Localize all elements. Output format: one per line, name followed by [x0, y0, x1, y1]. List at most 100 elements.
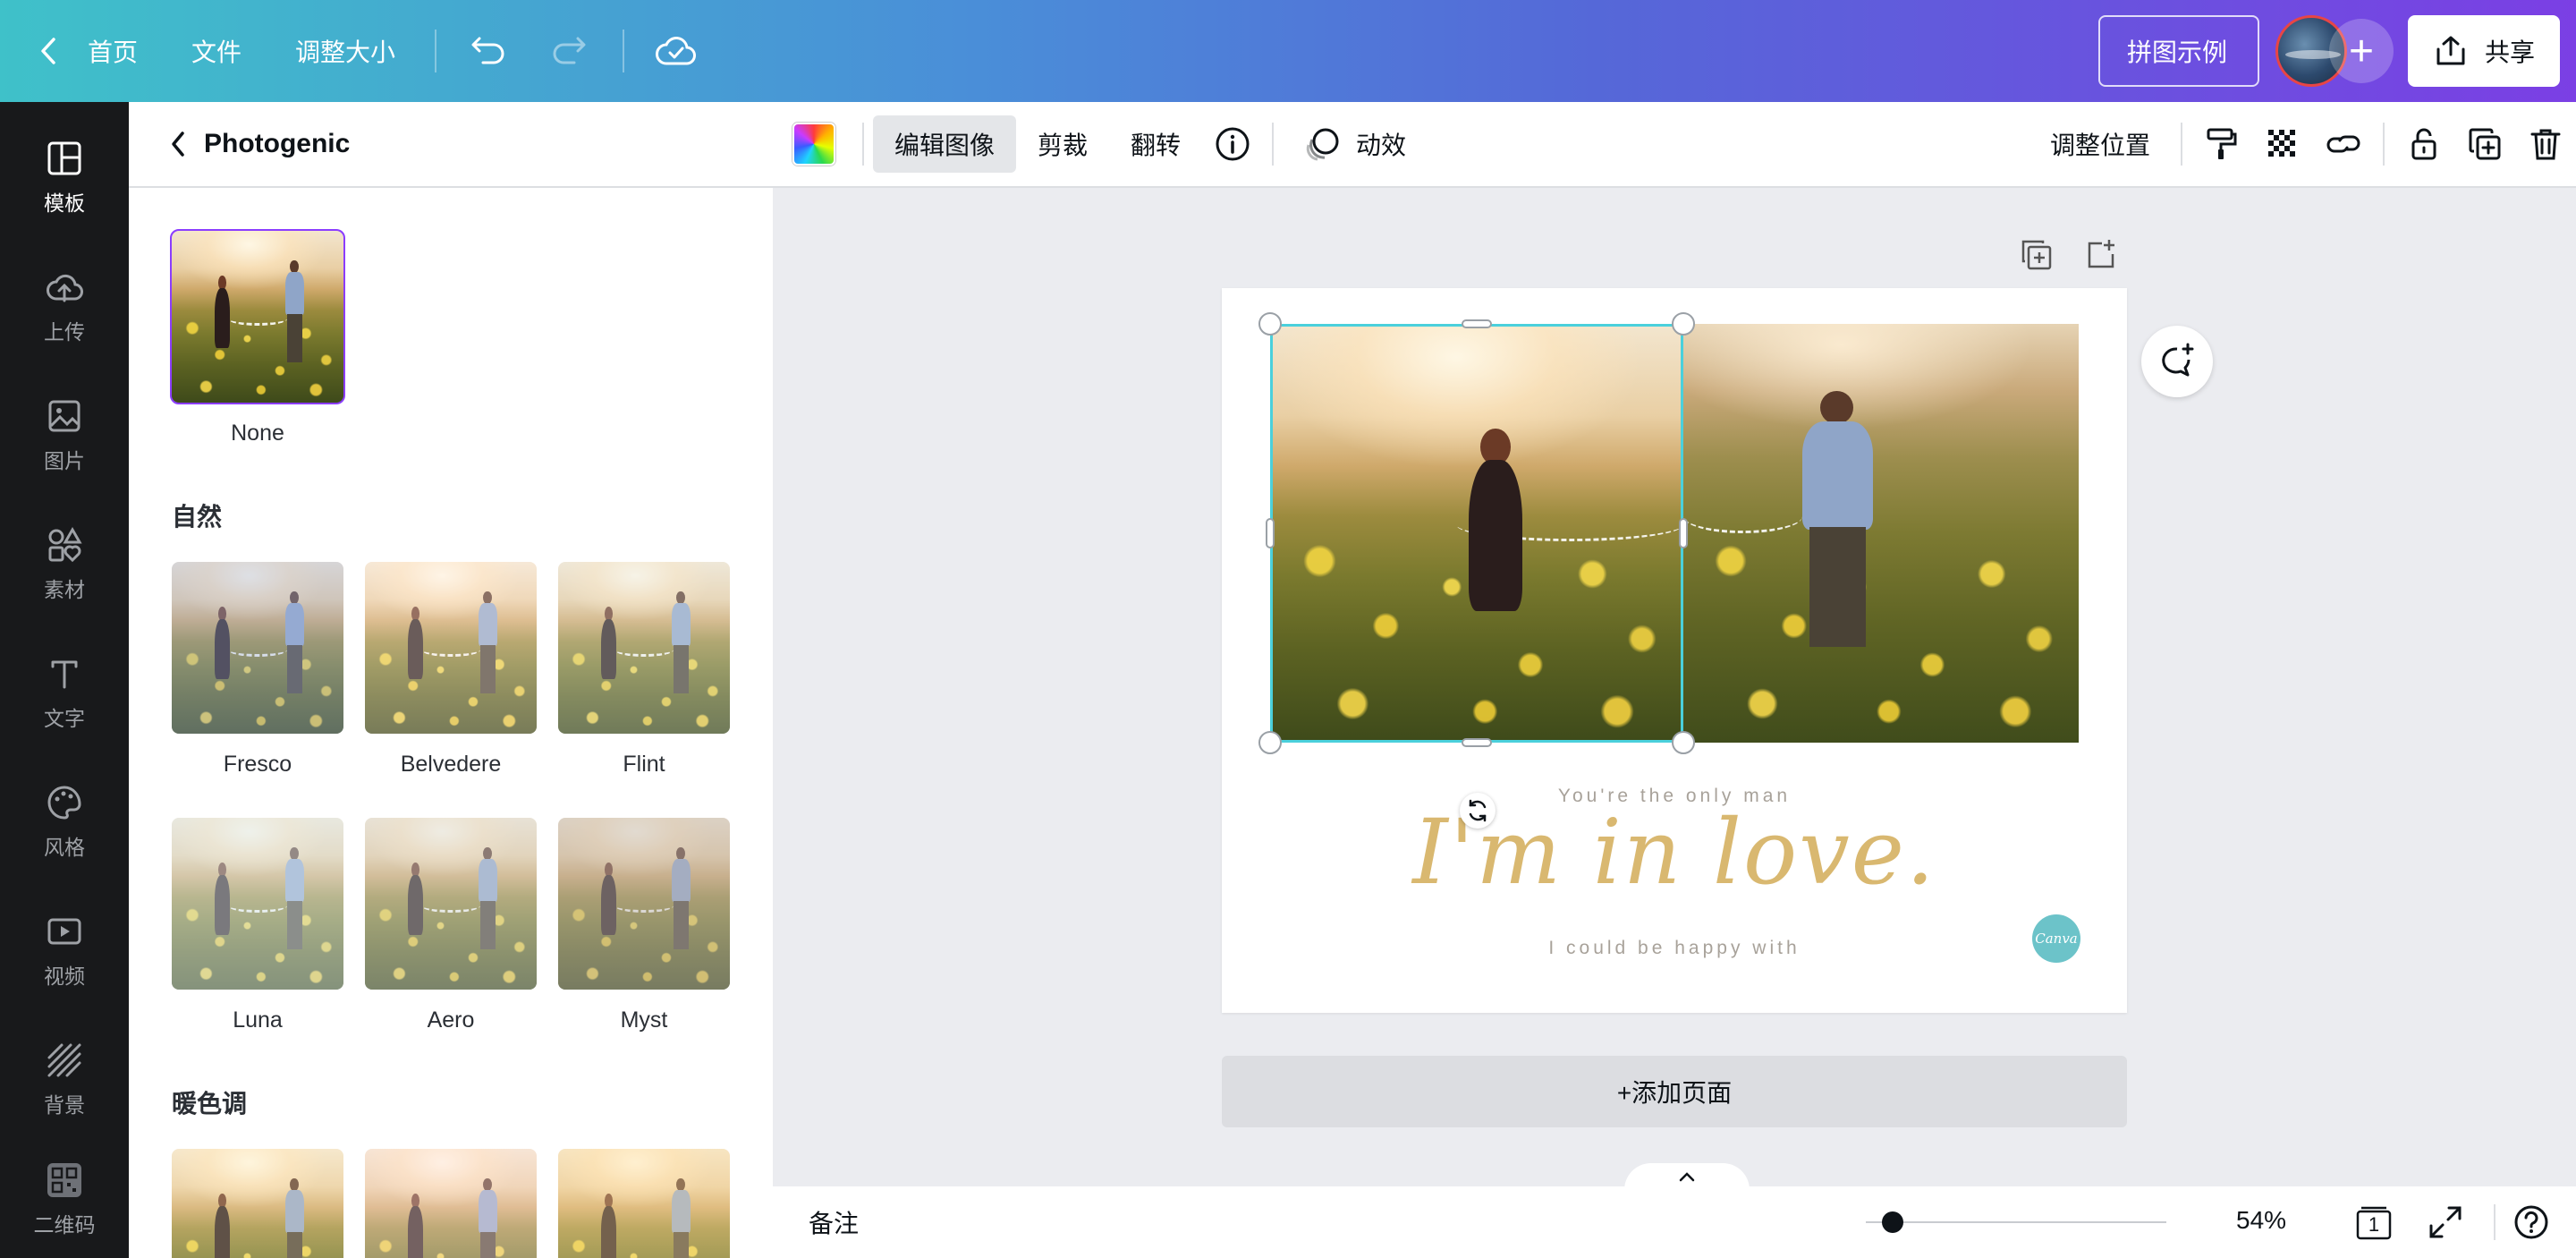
photo-icon	[48, 400, 80, 432]
resize-handle[interactable]	[1462, 319, 1492, 328]
resize-menu[interactable]: 调整大小	[295, 0, 395, 102]
rail-item-elements[interactable]: 素材	[0, 506, 129, 623]
cloud-check-icon	[656, 37, 697, 65]
rail-label: 模板	[44, 191, 85, 215]
filter-warm-2[interactable]	[365, 1149, 537, 1258]
notes-button[interactable]: 备注	[809, 1204, 859, 1240]
duplicate-button[interactable]	[2454, 115, 2515, 173]
share-upload-icon	[2436, 36, 2465, 65]
resize-handle[interactable]	[1258, 312, 1282, 336]
rail-item-qr-code[interactable]: 二维码	[0, 1142, 129, 1258]
filter-fresco[interactable]	[172, 562, 343, 734]
animate-button[interactable]: 动效	[1283, 115, 1428, 173]
rail-item-background[interactable]: 背景	[0, 1022, 129, 1138]
left-rail: 模板 上传 图片 素材 文字 风格 视频 背景 二维码	[0, 102, 129, 1258]
filter-belvedere[interactable]	[365, 562, 537, 734]
filter-thumbnail	[172, 1149, 343, 1258]
design-title-input[interactable]: 拼图示例	[2098, 15, 2259, 87]
section-title-natural: 自然	[172, 503, 223, 531]
fullscreen-button[interactable]	[2428, 1204, 2463, 1245]
zoom-slider-track[interactable]	[1866, 1221, 2166, 1223]
subtitle-bottom[interactable]: I could be happy with	[1222, 938, 2127, 959]
share-button[interactable]: 共享	[2408, 15, 2560, 87]
filter-thumbnail	[558, 818, 730, 990]
add-page-top-button[interactable]	[2084, 238, 2118, 276]
file-menu[interactable]: 文件	[191, 0, 242, 102]
resize-handle[interactable]	[1266, 518, 1275, 548]
add-page-button[interactable]: +添加页面	[1222, 1056, 2127, 1127]
resize-handle[interactable]	[1672, 312, 1695, 336]
filter-label: Luna	[233, 1007, 283, 1033]
filter-label: Aero	[427, 1007, 475, 1033]
undo-button[interactable]	[462, 0, 515, 102]
rail-item-text[interactable]: 文字	[0, 635, 129, 752]
filter-warm-1[interactable]	[172, 1149, 343, 1258]
rail-label: 风格	[44, 836, 85, 859]
top-bar: 首页 文件 调整大小 拼图示例 + 共享	[0, 0, 2576, 102]
rotate-button[interactable]	[1460, 793, 1496, 829]
divider	[435, 30, 437, 72]
add-comment-button[interactable]	[2141, 326, 2213, 397]
design-page[interactable]: You're the only man I'm in love. I could…	[1222, 288, 2127, 1013]
help-icon	[2514, 1205, 2548, 1239]
rail-label: 上传	[44, 320, 85, 344]
transparency-button[interactable]	[2252, 115, 2313, 173]
divider	[862, 123, 864, 166]
help-button[interactable]	[2513, 1204, 2549, 1245]
editor-toolbar: 编辑图像 剪裁 翻转 动效 调整位置	[773, 102, 2576, 188]
filter-aero[interactable]	[365, 818, 537, 990]
resize-handle[interactable]	[1258, 731, 1282, 754]
link-icon	[2326, 135, 2360, 153]
add-collaborator-button[interactable]: +	[2329, 19, 2394, 83]
chevron-left-icon[interactable]	[170, 131, 186, 157]
filter-myst[interactable]	[558, 818, 730, 990]
duplicate-page-button[interactable]	[2020, 238, 2054, 276]
rail-label: 视频	[44, 965, 85, 988]
filter-panel: Photogenic None 自然 Fresco Belvedere Flin…	[129, 102, 773, 1258]
rail-item-templates[interactable]: 模板	[0, 120, 129, 236]
link-button[interactable]	[2313, 115, 2374, 173]
transparency-icon	[2268, 130, 2295, 157]
rail-item-photos[interactable]: 图片	[0, 378, 129, 494]
page-count: 1	[2368, 1213, 2380, 1236]
edit-image-button[interactable]: 编辑图像	[873, 115, 1017, 173]
crop-button[interactable]: 剪裁	[1016, 115, 1109, 173]
lock-button[interactable]	[2394, 115, 2454, 173]
section-title-warm: 暖色调	[172, 1090, 248, 1118]
panel-header[interactable]: Photogenic	[129, 102, 773, 188]
filter-thumbnail	[365, 1149, 537, 1258]
redo-button[interactable]	[542, 0, 596, 102]
position-button[interactable]: 调整位置	[2029, 115, 2172, 173]
cloud-save-button[interactable]	[649, 0, 703, 102]
expand-icon	[2429, 1206, 2462, 1238]
home-button[interactable]: 首页	[0, 0, 138, 102]
resize-handle[interactable]	[1679, 518, 1688, 548]
collage-photo-right[interactable]	[1683, 324, 2079, 743]
script-headline[interactable]: I'm in love.	[1222, 800, 2127, 905]
resize-handle[interactable]	[1672, 731, 1695, 754]
trash-icon	[2530, 129, 2561, 160]
filter-flint[interactable]	[558, 562, 730, 734]
duplicate-page-icon	[2021, 240, 2052, 270]
rotate-icon	[1469, 799, 1487, 822]
color-picker-button[interactable]	[792, 123, 835, 166]
filter-luna[interactable]	[172, 818, 343, 990]
filter-warm-3[interactable]	[558, 1149, 730, 1258]
rail-item-videos[interactable]: 视频	[0, 893, 129, 1009]
undo-icon	[471, 37, 504, 64]
filter-none[interactable]	[172, 231, 343, 403]
background-icon	[47, 1043, 81, 1077]
zoom-level[interactable]: 54%	[2236, 1206, 2286, 1235]
delete-button[interactable]	[2515, 115, 2576, 173]
rail-item-styles[interactable]: 风格	[0, 764, 129, 880]
page-count-button[interactable]: 1	[2354, 1203, 2394, 1242]
zoom-slider-knob[interactable]	[1882, 1211, 1903, 1233]
rail-label: 文字	[44, 707, 85, 730]
rail-item-uploads[interactable]: 上传	[0, 249, 129, 365]
copy-style-button[interactable]	[2191, 115, 2252, 173]
info-button[interactable]	[1202, 115, 1263, 173]
divider	[2494, 1204, 2496, 1240]
flip-button[interactable]: 翻转	[1109, 115, 1202, 173]
text-icon	[51, 660, 78, 689]
resize-handle[interactable]	[1462, 738, 1492, 747]
